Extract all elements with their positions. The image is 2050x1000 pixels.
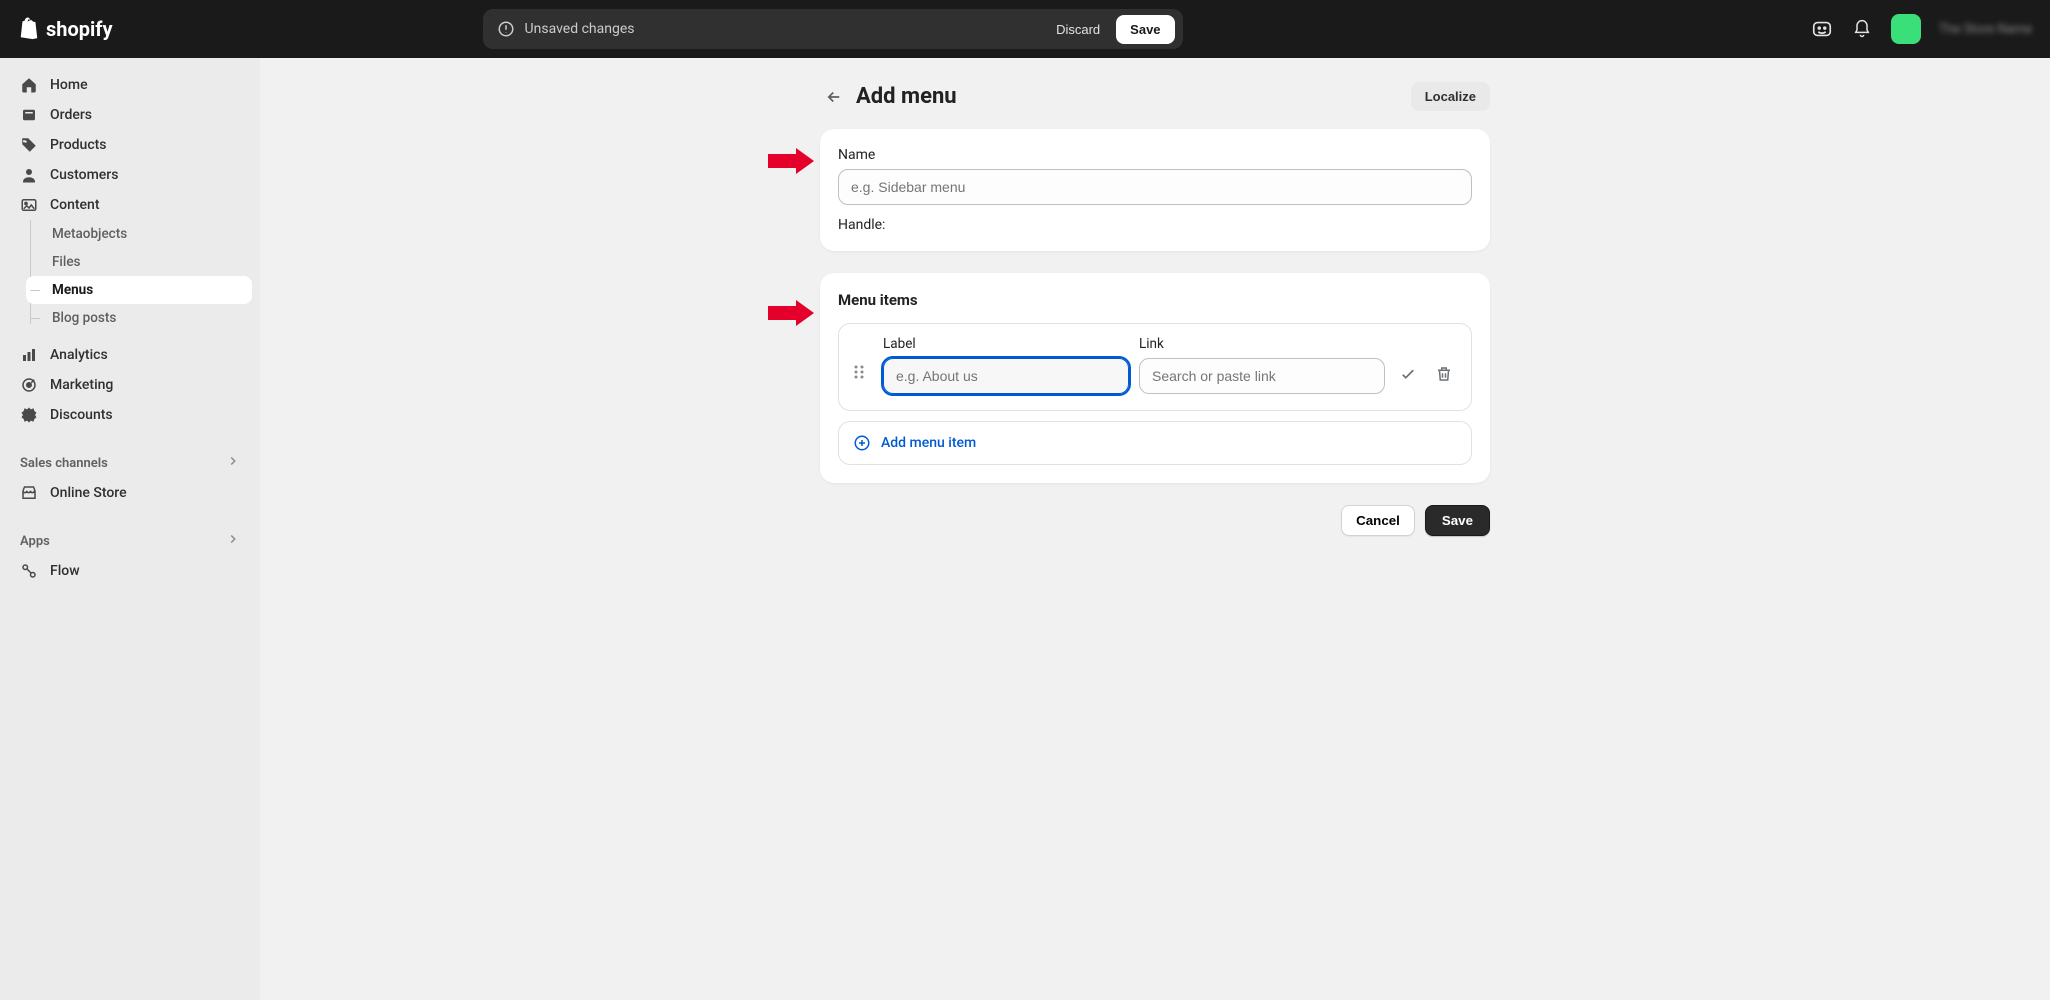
analytics-icon <box>20 346 38 364</box>
menu-name-input[interactable] <box>838 169 1472 205</box>
sidebar: Home Orders Products Customers Content M… <box>0 58 260 1000</box>
cancel-button[interactable]: Cancel <box>1341 505 1415 536</box>
topbar: shopify Unsaved changes Discard Save The… <box>0 0 2050 58</box>
annotation-arrow-icon <box>768 300 814 326</box>
home-icon <box>20 76 38 94</box>
menu-name-card: Name Handle: <box>820 129 1490 251</box>
sidebar-item-label: Discounts <box>50 407 113 423</box>
handle-label: Handle: <box>838 217 1472 233</box>
alert-circle-icon <box>497 20 515 38</box>
sidebar-item-products[interactable]: Products <box>8 130 252 160</box>
label-field-label: Label <box>883 336 1129 352</box>
target-icon <box>20 376 38 394</box>
sidebar-item-marketing[interactable]: Marketing <box>8 370 252 400</box>
store-name[interactable]: The Store Name <box>1939 22 2032 37</box>
sidebar-item-flow[interactable]: Flow <box>8 556 252 586</box>
topbar-right: The Store Name <box>1811 14 2032 44</box>
sidebar-item-label: Online Store <box>50 485 127 501</box>
content-icon <box>20 196 38 214</box>
discard-button[interactable]: Discard <box>1044 15 1112 44</box>
localize-button[interactable]: Localize <box>1411 82 1490 111</box>
menu-item-row: Label Link <box>838 323 1472 411</box>
check-icon <box>1399 365 1417 383</box>
sidebar-item-label: Home <box>50 77 88 93</box>
back-button[interactable] <box>820 83 848 111</box>
link-column: Link <box>1139 336 1385 394</box>
add-menu-item-button[interactable]: Add menu item <box>838 421 1472 465</box>
shopify-bag-icon <box>18 17 40 41</box>
label-column: Label <box>883 336 1129 394</box>
add-menu-item-label: Add menu item <box>881 435 976 451</box>
person-icon <box>20 166 38 184</box>
sidebar-item-label: Analytics <box>50 347 108 363</box>
page-title: Add menu <box>856 84 1411 109</box>
menu-item-label-input[interactable] <box>883 358 1129 394</box>
menu-items-card: Menu items Label Link <box>820 273 1490 483</box>
sidebar-item-customers[interactable]: Customers <box>8 160 252 190</box>
unsaved-changes-bar: Unsaved changes Discard Save <box>483 9 1183 49</box>
face-icon[interactable] <box>1811 18 1833 40</box>
apps-heading[interactable]: Apps <box>8 528 252 556</box>
sidebar-content-submenu: Metaobjects Files Menus Blog posts <box>26 220 252 332</box>
chevron-right-icon <box>226 532 240 550</box>
sidebar-item-orders[interactable]: Orders <box>8 100 252 130</box>
sidebar-item-content[interactable]: Content <box>8 190 252 220</box>
menu-items-heading: Menu items <box>838 291 1472 309</box>
sidebar-subitem-blogposts[interactable]: Blog posts <box>26 304 252 332</box>
name-label: Name <box>838 147 1472 163</box>
flow-icon <box>20 562 38 580</box>
discount-icon <box>20 406 38 424</box>
bell-icon[interactable] <box>1851 18 1873 40</box>
sales-channels-heading[interactable]: Sales channels <box>8 450 252 478</box>
link-field-label: Link <box>1139 336 1385 352</box>
orders-icon <box>20 106 38 124</box>
save-button[interactable]: Save <box>1425 505 1490 536</box>
sidebar-subitem-metaobjects[interactable]: Metaobjects <box>26 220 252 248</box>
tag-icon <box>20 136 38 154</box>
shopify-logo[interactable]: shopify <box>18 17 113 41</box>
drag-handle-icon[interactable] <box>853 346 873 384</box>
sidebar-subitem-menus[interactable]: Menus <box>26 276 252 304</box>
sidebar-subitem-files[interactable]: Files <box>26 248 252 276</box>
sidebar-item-label: Marketing <box>50 377 113 393</box>
menu-item-link-input[interactable] <box>1139 358 1385 394</box>
sidebar-item-label: Products <box>50 137 107 153</box>
arrow-left-icon <box>825 88 843 106</box>
sidebar-item-discounts[interactable]: Discounts <box>8 400 252 430</box>
unsaved-text: Unsaved changes <box>525 21 1045 37</box>
sidebar-item-analytics[interactable]: Analytics <box>8 340 252 370</box>
sidebar-item-label: Orders <box>50 107 92 123</box>
main-content: Add menu Localize Name Handle: Menu item… <box>260 58 2050 1000</box>
brand-text: shopify <box>46 17 113 41</box>
delete-item-button[interactable] <box>1431 347 1457 383</box>
save-button-top[interactable]: Save <box>1116 15 1174 44</box>
plus-circle-icon <box>853 434 871 452</box>
sidebar-item-online-store[interactable]: Online Store <box>8 478 252 508</box>
confirm-item-button[interactable] <box>1395 347 1421 383</box>
sidebar-item-label: Customers <box>50 167 118 183</box>
sidebar-item-home[interactable]: Home <box>8 70 252 100</box>
sidebar-item-label: Flow <box>50 563 80 579</box>
store-avatar[interactable] <box>1891 14 1921 44</box>
page-actions: Cancel Save <box>820 505 1490 536</box>
trash-icon <box>1435 365 1453 383</box>
annotation-arrow-icon <box>768 148 814 174</box>
store-icon <box>20 484 38 502</box>
sidebar-item-label: Content <box>50 197 100 213</box>
chevron-right-icon <box>226 454 240 472</box>
